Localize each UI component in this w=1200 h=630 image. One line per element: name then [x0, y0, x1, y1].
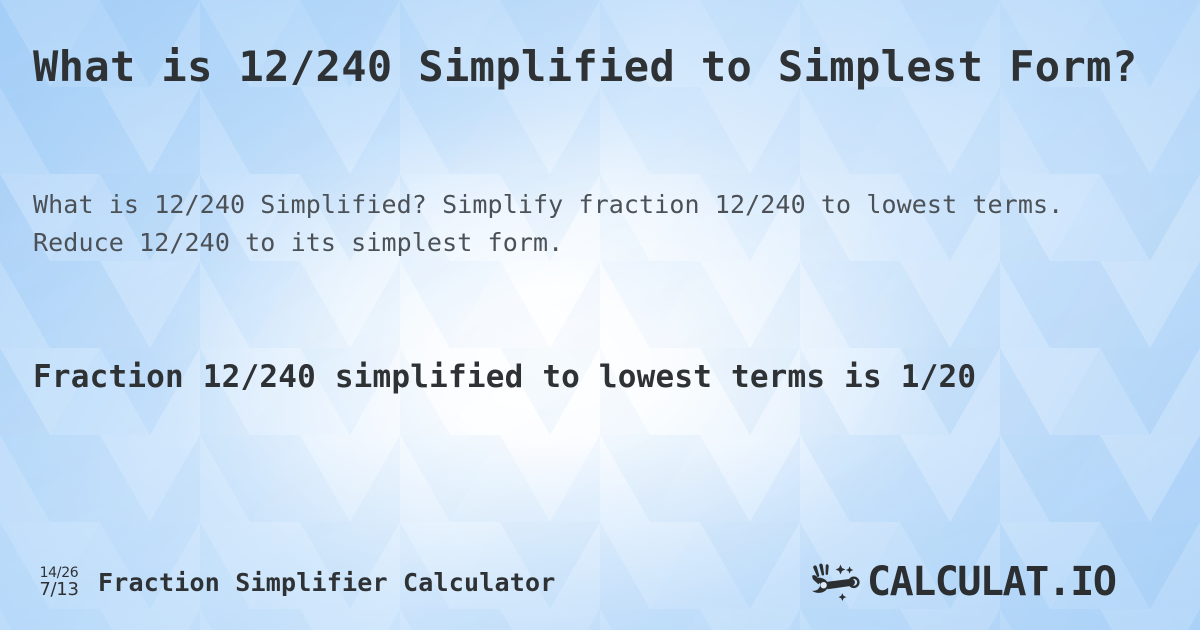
- footer: 14/26 7/13 Fraction Simplifier Calculato…: [0, 534, 1200, 630]
- wand-hand-icon: [812, 563, 860, 601]
- social-card: What is 12/240 Simplified to Simplest Fo…: [0, 0, 1200, 630]
- fraction-simplify-icon: 14/26 7/13: [33, 566, 85, 599]
- fraction-icon-top-value: 14/26: [39, 564, 79, 581]
- brand-logo[interactable]: CALCULAT.IO: [807, 560, 1167, 604]
- brand-wordmark: CALCULAT.IO: [867, 560, 1117, 604]
- page-title: What is 12/240 Simplified to Simplest Fo…: [33, 42, 1138, 91]
- page-description: What is 12/240 Simplified? Simplify frac…: [33, 190, 1064, 257]
- footer-left-group: 14/26 7/13 Fraction Simplifier Calculato…: [33, 566, 807, 599]
- card-content: What is 12/240 Simplified to Simplest Fo…: [0, 0, 1200, 630]
- footer-calculator-name: Fraction Simplifier Calculator: [98, 567, 556, 597]
- answer-text: Fraction 12/240 simplified to lowest ter…: [33, 359, 977, 395]
- fraction-icon-bottom-value: 7/13: [39, 578, 79, 600]
- brand-name: CALCULAT.IO: [867, 560, 1116, 604]
